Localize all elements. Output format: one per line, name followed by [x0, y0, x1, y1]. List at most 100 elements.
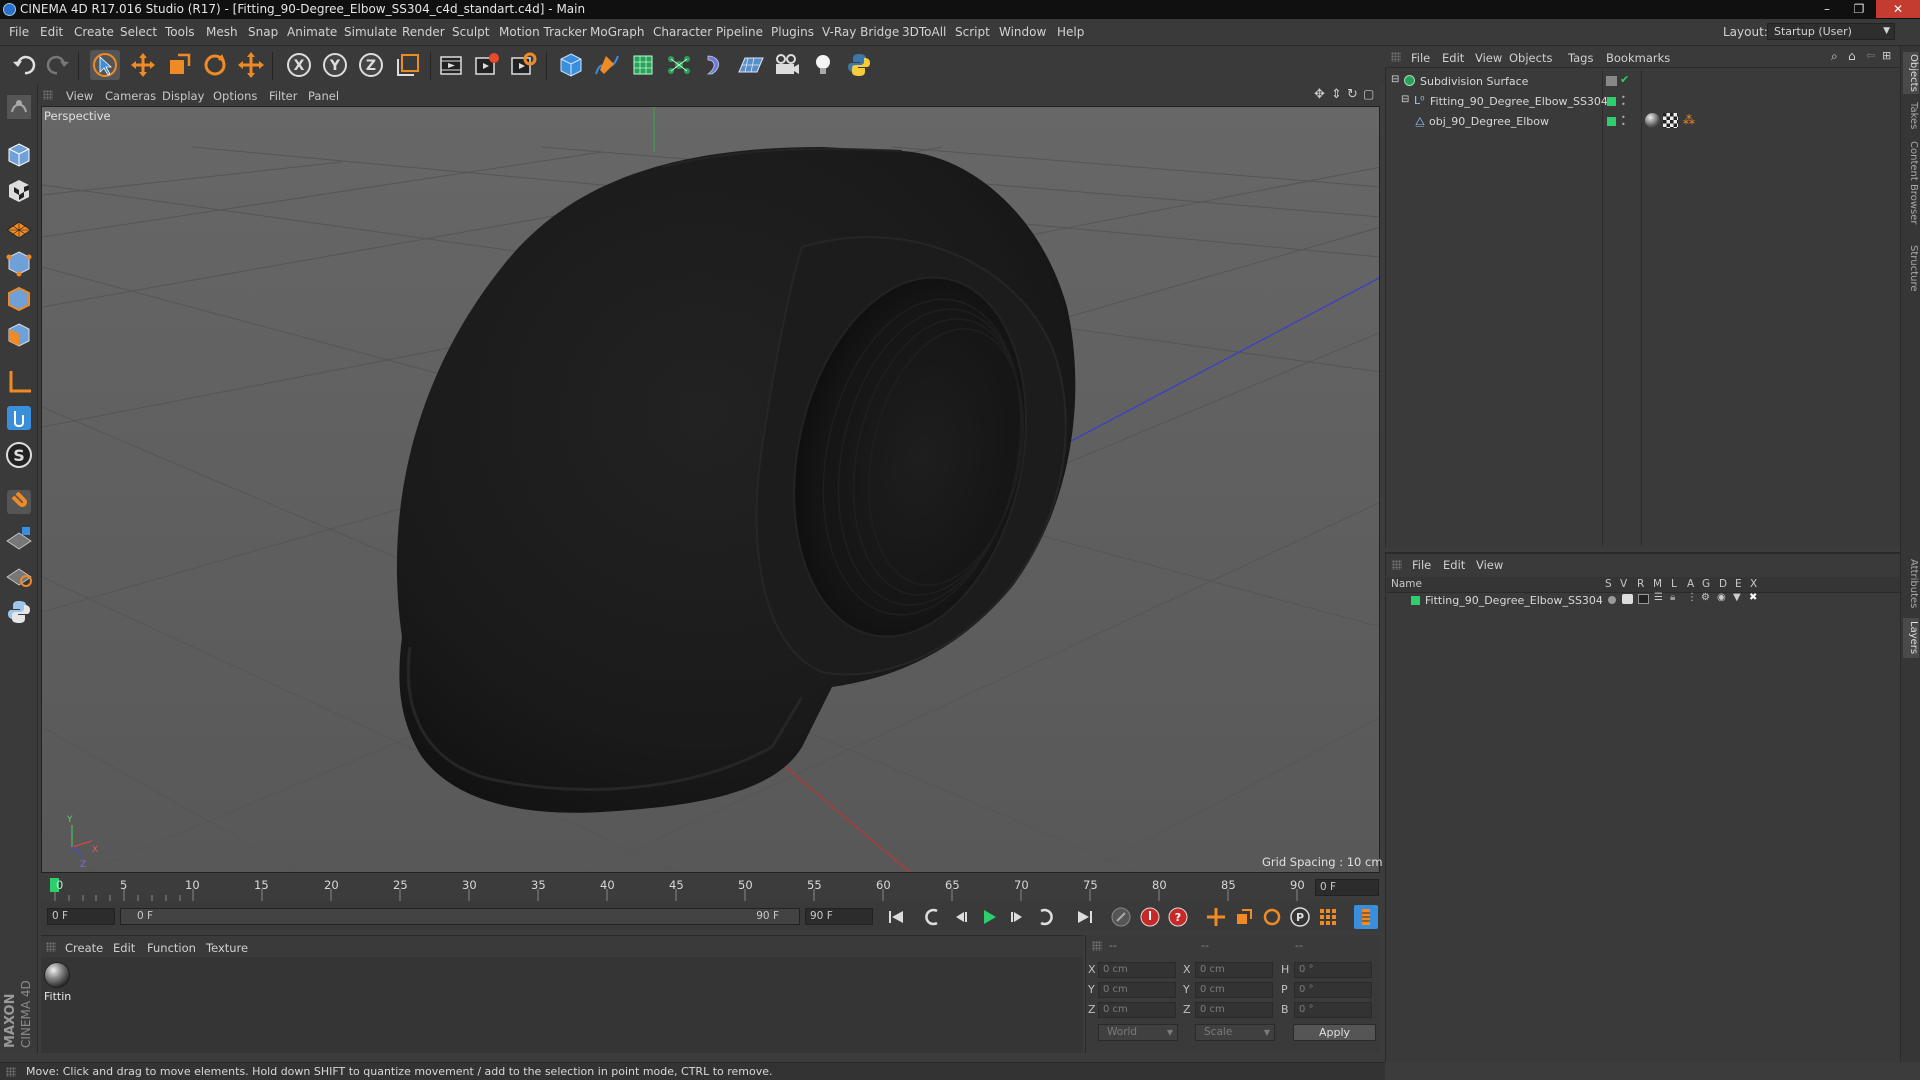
rotation-p-field[interactable]: 0 °	[1294, 982, 1372, 998]
deformer-icon[interactable]	[700, 50, 730, 80]
viewport-menu-options[interactable]: Options	[213, 89, 257, 103]
animation-toggle-icon[interactable]: ⋮	[1687, 592, 1697, 603]
layer-color-swatch[interactable]	[1607, 117, 1616, 126]
menu-animate[interactable]: Animate	[287, 25, 337, 39]
tab-layers[interactable]: Layers	[1903, 618, 1919, 658]
live-select-icon[interactable]	[236, 50, 266, 80]
cube-icon[interactable]	[556, 50, 586, 80]
workplane-icon[interactable]	[4, 212, 34, 242]
menu-help[interactable]: Help	[1057, 25, 1084, 39]
menu-window[interactable]: Window	[999, 25, 1046, 39]
python-script-icon[interactable]	[4, 597, 34, 627]
floor-icon[interactable]	[736, 50, 766, 80]
render-view-icon[interactable]	[436, 50, 466, 80]
make-editable-icon[interactable]	[4, 92, 34, 122]
viewport-menu-view[interactable]: View	[66, 89, 93, 103]
viewport-menu-panel[interactable]: Panel	[308, 89, 339, 103]
visible-eye-icon[interactable]	[1622, 594, 1633, 604]
object-row-subdivision-surface[interactable]: ⊟ Subdivision Surface ✔	[1387, 72, 1900, 91]
axis-mode-icon[interactable]	[4, 367, 34, 397]
menu-tools[interactable]: Tools	[165, 25, 195, 39]
texture-tag-icon[interactable]	[1663, 113, 1678, 128]
points-mode-icon[interactable]	[4, 248, 34, 278]
material-tag-icon[interactable]	[1645, 113, 1660, 128]
object-menu-view[interactable]: View	[1475, 51, 1502, 65]
menu-mograph[interactable]: MoGraph	[590, 25, 645, 39]
enabled-check-icon[interactable]: ✔	[1620, 73, 1629, 86]
key-rotation-icon[interactable]	[1260, 905, 1284, 929]
material-menu-function[interactable]: Function	[147, 941, 196, 955]
viewport-menu-filter[interactable]: Filter	[269, 89, 297, 103]
position-z-field[interactable]: 0 cm	[1098, 1002, 1176, 1018]
layout-dropdown[interactable]: Startup (User) ▼	[1767, 23, 1895, 40]
object-menu-bookmarks[interactable]: Bookmarks	[1606, 51, 1670, 65]
layer-color-swatch[interactable]	[1607, 97, 1616, 106]
menu-snap[interactable]: Snap	[248, 25, 278, 39]
object-menu-objects[interactable]: Objects	[1509, 51, 1552, 65]
size-z-field[interactable]: 0 cm	[1195, 1002, 1273, 1018]
visibility-dots-icon[interactable]: • •	[1621, 114, 1626, 129]
z-axis-icon[interactable]: Z	[356, 50, 386, 80]
x-axis-icon[interactable]: X	[284, 50, 314, 80]
apply-button[interactable]: Apply	[1293, 1024, 1376, 1041]
phong-tag-icon[interactable]: ⁂	[1683, 113, 1695, 127]
subdivision-icon[interactable]	[628, 50, 658, 80]
next-key-icon[interactable]	[1033, 905, 1057, 929]
key-pla-icon[interactable]	[1316, 905, 1340, 929]
visibility-dots-icon[interactable]: • •	[1621, 94, 1626, 109]
timeline-ruler[interactable]	[41, 873, 1380, 901]
material-preview-thumbnail[interactable]	[44, 962, 70, 988]
menu-character[interactable]: Character	[653, 25, 712, 39]
tweak-mode-icon[interactable]	[4, 403, 34, 433]
expression-toggle-icon[interactable]: ▼	[1733, 592, 1741, 603]
redo-icon[interactable]	[42, 50, 72, 80]
back-icon[interactable]: ⇦	[1866, 49, 1875, 62]
menu-create[interactable]: Create	[74, 25, 114, 39]
viewport-pan-icon[interactable]: ✥	[1314, 87, 1325, 102]
magnet-icon[interactable]	[4, 487, 34, 517]
polygons-mode-icon[interactable]	[4, 320, 34, 350]
key-position-icon[interactable]	[1204, 905, 1228, 929]
light-icon[interactable]	[808, 50, 838, 80]
coordinate-mode-dropdown[interactable]: World ▼	[1098, 1024, 1178, 1041]
tab-takes[interactable]: Takes	[1903, 100, 1919, 132]
tab-attributes[interactable]: Attributes	[1903, 554, 1919, 614]
layer-menu-view[interactable]: View	[1476, 558, 1503, 572]
locked-workplane-icon[interactable]	[4, 523, 34, 553]
play-icon[interactable]	[977, 905, 1001, 929]
size-x-field[interactable]: 0 cm	[1195, 962, 1273, 978]
next-frame-icon[interactable]	[1005, 905, 1029, 929]
menu-plugins[interactable]: Plugins	[771, 25, 814, 39]
viewport-zoom-icon[interactable]: ⇕	[1331, 87, 1342, 102]
maximize-button[interactable]: ❐	[1844, 0, 1874, 18]
menu-simulate[interactable]: Simulate	[344, 25, 397, 39]
new-view-icon[interactable]: ⊞	[1882, 49, 1891, 62]
layer-color-swatch[interactable]	[1411, 596, 1420, 605]
menu-file[interactable]: File	[9, 25, 29, 39]
model-mode-icon[interactable]	[4, 140, 34, 170]
scale-icon[interactable]	[164, 50, 194, 80]
size-mode-dropdown[interactable]: Scale ▼	[1195, 1024, 1275, 1041]
start-frame-field[interactable]: 0 F	[47, 908, 115, 925]
tab-structure[interactable]: Structure	[1903, 242, 1919, 294]
object-menu-file[interactable]: File	[1411, 51, 1430, 65]
material-menu-texture[interactable]: Texture	[206, 941, 248, 955]
key-scale-icon[interactable]	[1232, 905, 1256, 929]
collapse-icon[interactable]: ⊟	[1391, 74, 1399, 85]
material-name[interactable]: Fittin	[44, 990, 71, 1003]
menu-select[interactable]: Select	[120, 25, 157, 39]
xref-toggle-icon[interactable]: ✖	[1749, 592, 1757, 603]
object-row-elbow-mesh[interactable]: ⧋ obj_90_Degree_Elbow • • ⁂	[1387, 112, 1900, 131]
viewport-menu-display[interactable]: Display	[162, 89, 204, 103]
object-menu-tags[interactable]: Tags	[1568, 51, 1593, 65]
viewport-rotate-icon[interactable]: ↻	[1347, 87, 1358, 102]
close-button[interactable]: ✕	[1876, 0, 1920, 18]
rotation-b-field[interactable]: 0 °	[1294, 1002, 1372, 1018]
key-parameter-icon[interactable]: P	[1288, 905, 1312, 929]
previous-key-icon[interactable]	[921, 905, 945, 929]
material-menu-create[interactable]: Create	[65, 941, 103, 955]
previous-frame-icon[interactable]	[949, 905, 973, 929]
menu-motion-tracker[interactable]: Motion Tracker	[499, 25, 587, 39]
position-x-field[interactable]: 0 cm	[1098, 962, 1176, 978]
python-icon[interactable]	[844, 50, 874, 80]
